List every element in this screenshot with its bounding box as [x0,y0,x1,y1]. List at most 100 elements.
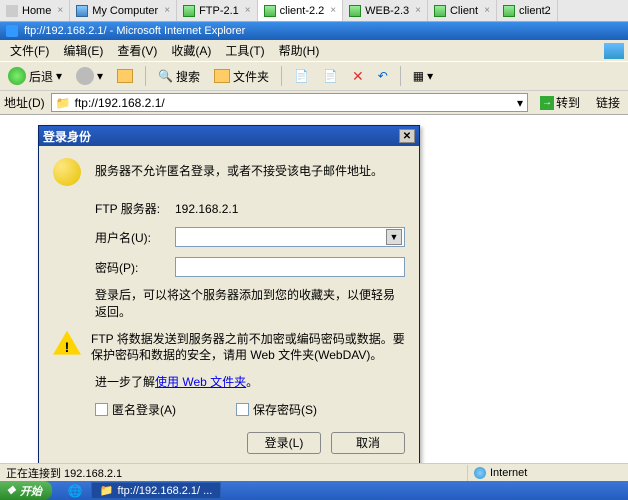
delete-button[interactable]: ✕ [348,66,368,87]
monitor-icon [183,5,195,17]
username-input[interactable]: ▼ [175,227,405,247]
move-icon: 📄 [294,69,309,83]
home-icon [6,5,18,17]
chevron-down-icon[interactable]: ▼ [386,229,402,245]
monitor-icon [434,5,446,17]
back-button[interactable]: 后退▾ [4,65,66,87]
content-area: 登录身份 ✕ 服务器不允许匿名登录，或者不接受该电子邮件地址。 FTP 服务器:… [0,115,628,463]
up-button[interactable] [113,67,137,85]
vm-tabs: Home× My Computer× FTP-2.1× client-2.2× … [0,0,628,22]
go-button[interactable]: →转到 [534,92,586,113]
copy-button[interactable]: 📄 [319,67,342,85]
learn-more-text: 进一步了解使用 Web 文件夹。 [95,374,405,391]
views-icon: ▦ [413,69,424,83]
dialog-close-button[interactable]: ✕ [399,129,415,143]
forward-button[interactable]: ▾ [72,65,107,87]
warning-icon: ! [53,331,81,355]
close-icon[interactable]: × [164,5,170,16]
vm-tab-client22[interactable]: client-2.2 × [258,0,343,21]
menu-file[interactable]: 文件(F) [4,40,55,61]
dialog-note-security: FTP 将数据发送到服务器之前不加密或编码密码或数据。要保护密码和数据的安全，请… [91,331,405,365]
tab-label: client-2.2 [280,5,325,17]
close-icon[interactable]: × [484,5,490,16]
move-button[interactable]: 📄 [290,67,313,85]
vm-tab-ftp21[interactable]: FTP-2.1 × [177,0,258,21]
back-icon [8,67,26,85]
chevron-down-icon[interactable]: ▾ [517,96,523,110]
dialog-message: 服务器不允许匿名登录，或者不接受该电子邮件地址。 [95,158,383,179]
folders-button[interactable]: 文件夹 [210,66,273,87]
checkbox-icon[interactable] [236,403,249,416]
vm-tab-mycomputer[interactable]: My Computer× [70,0,177,21]
menu-bar: 文件(F) 编辑(E) 查看(V) 收藏(A) 工具(T) 帮助(H) [0,40,628,61]
menu-edit[interactable]: 编辑(E) [57,40,109,61]
login-button[interactable]: 登录(L) [247,432,321,454]
menu-tools[interactable]: 工具(T) [219,40,270,61]
folder-up-icon [117,69,133,83]
toolbar: 后退▾ ▾ 🔍搜索 文件夹 📄 📄 ✕ ↶ ▦▾ [0,61,628,91]
vm-tab-home[interactable]: Home × [0,0,70,21]
menu-view[interactable]: 查看(V) [111,40,163,61]
chevron-down-icon: ▾ [56,69,62,83]
menu-help[interactable]: 帮助(H) [273,40,326,61]
status-zone: Internet [468,467,628,479]
vm-tab-client[interactable]: Client × [428,0,497,21]
monitor-icon [264,5,276,17]
webdav-link[interactable]: 使用 Web 文件夹 [155,375,246,389]
server-value: 192.168.2.1 [175,202,405,216]
tab-label: Home [22,5,51,17]
address-bar: 地址(D) 📁 ftp://192.168.2.1/ ▾ →转到 链接 [0,91,628,115]
login-dialog: 登录身份 ✕ 服务器不允许匿名登录，或者不接受该电子邮件地址。 FTP 服务器:… [38,125,420,469]
globe-icon [474,467,486,479]
taskbar-task-ie[interactable]: 📁ftp://192.168.2.1/ ... [91,482,222,499]
window-title: ftp://192.168.2.1/ - Microsoft Internet … [24,25,245,37]
copy-icon: 📄 [323,69,338,83]
window-title-bar: ftp://192.168.2.1/ - Microsoft Internet … [0,22,628,40]
password-label: 密码(P): [95,259,175,276]
close-icon[interactable]: × [57,5,63,16]
address-input[interactable]: 📁 ftp://192.168.2.1/ ▾ [51,93,528,112]
quicklaunch-icon[interactable]: 🌐 [64,484,87,498]
password-input[interactable] [175,257,405,277]
anonymous-login-check[interactable]: 匿名登录(A) [95,401,176,418]
address-label: 地址(D) [4,94,45,111]
address-value: ftp://192.168.2.1/ [75,96,165,110]
separator [400,66,401,86]
server-label: FTP 服务器: [95,200,175,217]
tab-label: client2 [519,5,551,17]
dialog-title-bar[interactable]: 登录身份 ✕ [39,126,419,146]
save-password-check[interactable]: 保存密码(S) [236,401,317,418]
vm-tab-web23[interactable]: WEB-2.3 × [343,0,428,21]
taskbar: ❖开始 🌐 📁ftp://192.168.2.1/ ... [0,481,628,500]
start-button[interactable]: ❖开始 [0,481,52,500]
menu-favorites[interactable]: 收藏(A) [165,40,217,61]
cancel-button[interactable]: 取消 [331,432,405,454]
close-icon[interactable]: × [245,5,251,16]
undo-button[interactable]: ↶ [374,67,392,85]
status-bar: 正在连接到 192.168.2.1 Internet [0,463,628,481]
chevron-down-icon: ▾ [427,69,433,83]
monitor-icon [503,5,515,17]
views-button[interactable]: ▦▾ [409,67,437,85]
links-button[interactable]: 链接 [592,92,624,113]
undo-icon: ↶ [378,69,388,83]
search-icon: 🔍 [158,69,173,83]
tab-label: WEB-2.3 [365,5,409,17]
forward-icon [76,67,94,85]
close-icon[interactable]: × [330,5,336,16]
search-button[interactable]: 🔍搜索 [154,66,204,87]
vm-tab-client2[interactable]: client2 [497,0,558,21]
ie-icon [6,25,18,37]
tab-label: FTP-2.1 [199,5,239,17]
close-icon[interactable]: × [415,5,421,16]
windows-icon: ❖ [6,484,16,497]
monitor-icon [349,5,361,17]
checkbox-icon[interactable] [95,403,108,416]
key-icon [53,158,85,190]
separator [145,66,146,86]
status-text: 正在连接到 192.168.2.1 [0,465,468,481]
tab-label: Client [450,5,478,17]
dialog-title: 登录身份 [43,128,91,145]
delete-icon: ✕ [352,68,364,85]
folder-icon [214,69,230,83]
